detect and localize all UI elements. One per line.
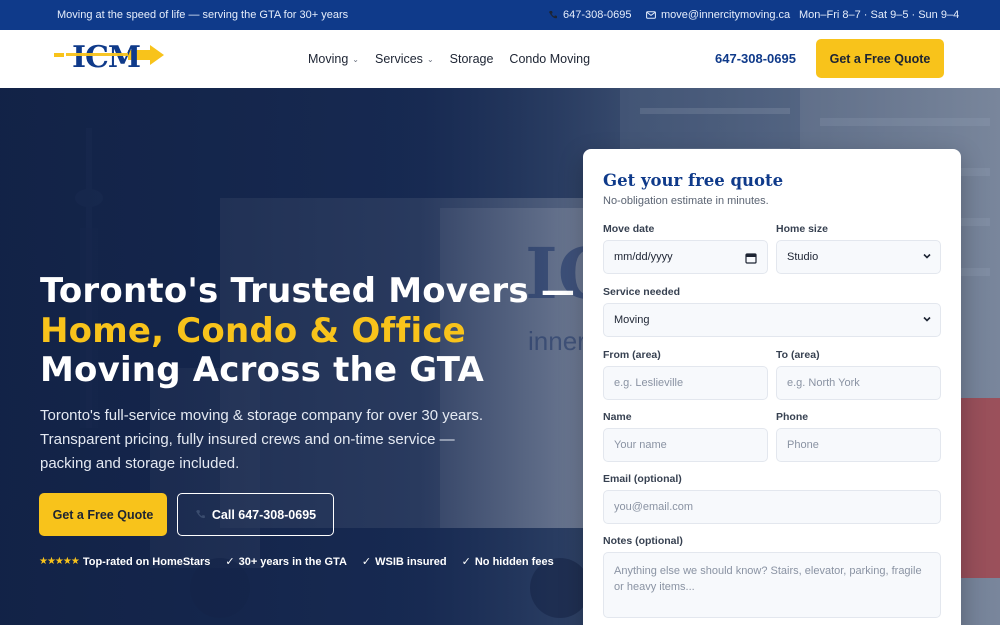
to-label: To (area) bbox=[776, 349, 820, 361]
badge-text: Top-rated on HomeStars bbox=[82, 555, 211, 568]
home-size-value: Studio bbox=[787, 251, 819, 263]
quote-form-card: Get your free quote No-obligation estima… bbox=[583, 149, 961, 625]
main-nav: Moving ⌄ Services ⌄ Storage Condo Moving bbox=[308, 52, 606, 66]
move-date-label: Move date bbox=[603, 223, 655, 235]
topbar-phone-link[interactable]: 647-308-0695 bbox=[548, 9, 632, 21]
from-input[interactable]: e.g. Leslieville bbox=[603, 366, 768, 400]
form-subtitle: No-obligation estimate in minutes. bbox=[603, 195, 769, 207]
header-phone-link[interactable]: 647-308-0695 bbox=[715, 51, 796, 66]
move-date-input[interactable]: mm/dd/yyyy bbox=[603, 240, 768, 274]
hero-call-button[interactable]: Call 647-308-0695 bbox=[177, 493, 334, 536]
badge-text: WSIB insured bbox=[375, 555, 447, 568]
nav-condo-moving[interactable]: Condo Moving bbox=[509, 52, 590, 66]
checkmark-icon: ✓ bbox=[225, 556, 235, 568]
nav-moving-label: Moving bbox=[308, 52, 349, 66]
name-input[interactable]: Your name bbox=[603, 428, 768, 462]
header-quote-button[interactable]: Get a Free Quote bbox=[816, 39, 944, 78]
hero-title-line2: Home, Condo & Office bbox=[40, 310, 466, 351]
phone-input[interactable]: Phone bbox=[776, 428, 941, 462]
service-value: Moving bbox=[614, 314, 650, 326]
chevron-down-icon: ⌄ bbox=[426, 54, 434, 64]
topbar-phone-text: 647-308-0695 bbox=[563, 9, 632, 21]
checkmark-icon: ✓ bbox=[461, 556, 471, 568]
star-rating-icon: ★★★★★ bbox=[39, 556, 80, 567]
hero-call-label: Call 647-308-0695 bbox=[211, 507, 317, 522]
email-input[interactable]: you@email.com bbox=[603, 490, 941, 524]
nav-storage-label: Storage bbox=[449, 52, 494, 66]
phone-label: Phone bbox=[776, 411, 809, 423]
calendar-icon bbox=[745, 253, 757, 264]
hero-quote-button[interactable]: Get a Free Quote bbox=[39, 493, 167, 536]
hero-section: IC inner Toronto's Trusted Movers — Home… bbox=[0, 88, 1000, 625]
nav-storage[interactable]: Storage bbox=[450, 52, 494, 66]
email-label: Email (optional) bbox=[603, 473, 682, 485]
move-date-value: mm/dd/yyyy bbox=[614, 251, 673, 263]
hero-title-line3: Moving Across the GTA bbox=[40, 350, 485, 390]
nav-condo-moving-label: Condo Moving bbox=[509, 52, 591, 66]
notes-textarea[interactable]: Anything else we should know? Stairs, el… bbox=[603, 552, 941, 618]
trust-badges: ★★★★★ Top-rated on HomeStars ✓ 30+ years… bbox=[39, 555, 569, 569]
from-label: From (area) bbox=[603, 349, 661, 361]
chevron-down-icon bbox=[923, 316, 931, 322]
phone-icon bbox=[195, 510, 205, 519]
site-header: ICM Moving ⌄ Services ⌄ Storage Condo Mo… bbox=[0, 30, 1000, 88]
business-hours: Mon–Fri 8–7 · Sat 9–5 · Sun 9–4 bbox=[799, 9, 960, 21]
badge-fees: ✓ No hidden fees bbox=[461, 555, 554, 569]
to-input[interactable]: e.g. North York bbox=[776, 366, 941, 400]
tagline: Moving at the speed of life — serving th… bbox=[57, 9, 349, 21]
nav-services[interactable]: Services ⌄ bbox=[375, 52, 434, 66]
form-title: Get your free quote bbox=[603, 171, 784, 190]
hero-title-line1: Toronto's Trusted Movers — bbox=[40, 271, 576, 311]
chevron-down-icon bbox=[923, 253, 931, 259]
checkmark-icon: ✓ bbox=[361, 556, 372, 568]
icm-logo[interactable]: ICM bbox=[54, 39, 166, 71]
nav-moving[interactable]: Moving ⌄ bbox=[308, 52, 359, 66]
hero-subtitle: Toronto's full-service moving & storage … bbox=[40, 407, 484, 472]
badge-years: ✓ 30+ years in the GTA bbox=[225, 555, 347, 569]
notes-label: Notes (optional) bbox=[603, 535, 683, 547]
badge-homestars: ★★★★★ Top-rated on HomeStars bbox=[39, 555, 210, 568]
home-size-select[interactable]: Studio bbox=[776, 240, 941, 274]
top-bar: Moving at the speed of life — serving th… bbox=[0, 0, 1000, 30]
name-label: Name bbox=[603, 411, 632, 423]
badge-wsib: ✓ WSIB insured bbox=[361, 555, 447, 569]
mail-icon bbox=[646, 11, 656, 19]
topbar-email-text: move@innercitymoving.ca bbox=[661, 9, 791, 21]
badge-text: No hidden fees bbox=[474, 555, 554, 568]
phone-icon bbox=[549, 11, 557, 19]
badge-text: 30+ years in the GTA bbox=[238, 555, 347, 568]
chevron-down-icon: ⌄ bbox=[352, 54, 359, 64]
topbar-email-link[interactable]: move@innercitymoving.ca bbox=[646, 9, 790, 21]
hero-title: Toronto's Trusted Movers — Home, Condo &… bbox=[40, 271, 576, 391]
nav-services-label: Services bbox=[375, 52, 423, 66]
home-size-label: Home size bbox=[776, 223, 828, 235]
service-select[interactable]: Moving bbox=[603, 303, 941, 337]
service-label: Service needed bbox=[603, 286, 681, 298]
